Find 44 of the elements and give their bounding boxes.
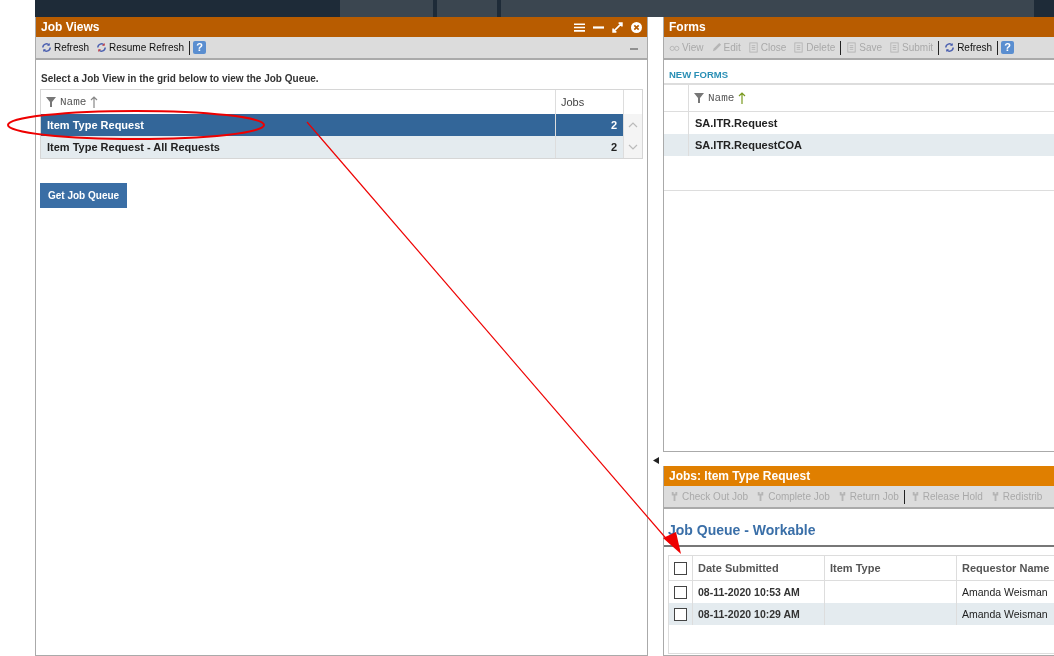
sort-arrow-icon — [90, 96, 99, 108]
refresh-icon — [944, 42, 956, 53]
help-button[interactable]: ? — [1001, 41, 1015, 54]
filter-icon — [46, 97, 56, 107]
row-header-cell — [664, 134, 689, 156]
table-cell[interactable]: Item Type Request — [41, 114, 556, 136]
column-header[interactable]: Item Type — [825, 556, 957, 581]
sort-arrow-icon — [738, 92, 747, 104]
table-cell: 08-11-2020 10:29 AM — [693, 603, 825, 625]
table-cell: Amanda Weisman — [957, 603, 1054, 625]
wrench-icon — [669, 491, 680, 502]
toolbar-button[interactable]: Refresh — [39, 42, 91, 53]
help-button[interactable]: ? — [193, 41, 207, 54]
select-all-checkbox[interactable] — [674, 561, 687, 575]
document-icon — [846, 42, 858, 53]
column-header[interactable]: Requestor Name — [957, 556, 1054, 581]
refresh-icon — [96, 42, 107, 53]
table-cell: 2 — [556, 114, 624, 136]
panel-title: Jobs: Item Type Request — [669, 469, 812, 483]
refresh-icon — [41, 42, 52, 53]
get-job-queue-button[interactable]: Get Job Queue — [40, 183, 128, 208]
table-cell[interactable]: SA.ITR.Request — [689, 112, 1054, 134]
filter-icon — [694, 93, 704, 103]
document-icon — [747, 42, 759, 53]
panel-title: Forms — [669, 20, 707, 34]
maximize-icon[interactable] — [612, 21, 623, 33]
table-cell[interactable]: SA.ITR.RequestCOA — [689, 134, 1054, 156]
collapse-arrow-icon[interactable] — [652, 457, 659, 464]
menu-icon[interactable] — [574, 21, 585, 33]
table-cell[interactable]: Item Type Request - All Requests — [41, 136, 556, 158]
column-header[interactable]: Date Submitted — [693, 556, 825, 581]
document-icon — [793, 42, 805, 53]
pencil-icon — [710, 42, 722, 53]
toolbar-button[interactable]: Resume Refresh — [94, 42, 187, 53]
row-checkbox[interactable] — [674, 607, 687, 621]
close-icon[interactable] — [631, 21, 642, 33]
row-checkbox[interactable] — [674, 585, 687, 599]
instruction-text: Select a Job View in the grid below to view the Job Queue. — [41, 73, 320, 84]
table-cell: 2 — [556, 136, 624, 158]
toolbar-button[interactable]: Refresh — [942, 42, 995, 53]
column-label: Name — [60, 96, 87, 108]
document-icon — [889, 42, 900, 53]
panel-title: Job Views — [41, 20, 101, 34]
column-label: Name — [708, 92, 735, 104]
